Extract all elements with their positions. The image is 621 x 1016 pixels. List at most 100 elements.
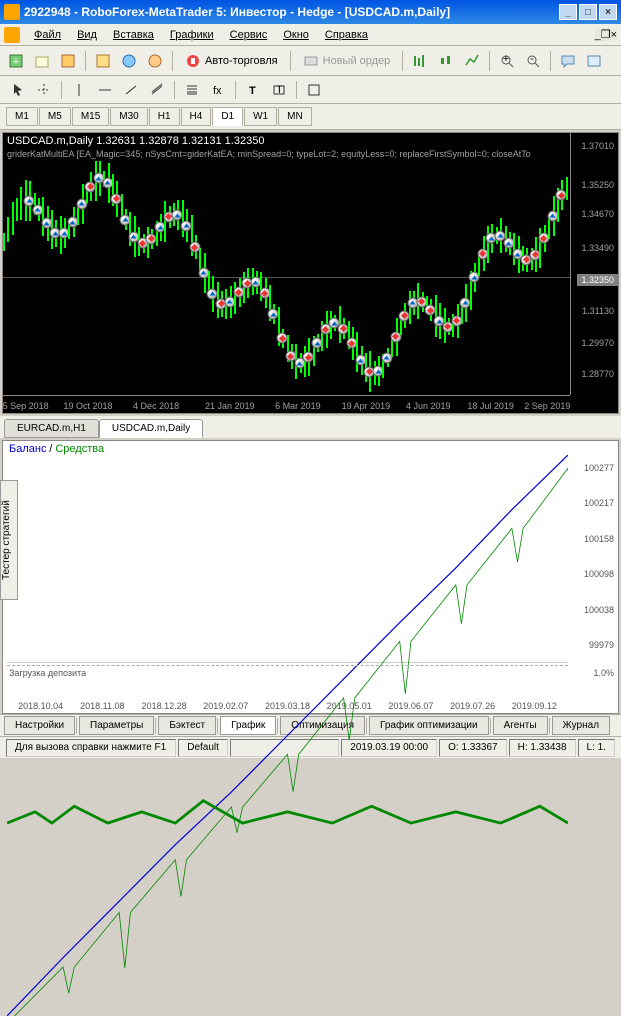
- chart-x-axis: 5 Sep 201819 Oct 20184 Dec 201821 Jan 20…: [3, 395, 570, 413]
- equity-ytick: 100098: [584, 569, 614, 579]
- menu-окно[interactable]: Окно: [275, 27, 317, 43]
- chart-ea-info: griderKatMultiEA [EA_Magic=345; nSysCmt=…: [7, 149, 531, 159]
- zoom-in-button[interactable]: +: [495, 49, 519, 73]
- mdi-restore-button[interactable]: ❐: [601, 28, 611, 41]
- menu-вид[interactable]: Вид: [69, 27, 105, 43]
- text-button[interactable]: T: [241, 78, 265, 102]
- timeframe-mn[interactable]: MN: [278, 107, 312, 126]
- fibo-button[interactable]: [180, 78, 204, 102]
- menu-файл[interactable]: Файл: [26, 27, 69, 43]
- svg-text:+: +: [13, 56, 19, 68]
- hline-button[interactable]: [93, 78, 117, 102]
- timeframe-h4[interactable]: H4: [181, 107, 212, 126]
- chart-ytick: 1.37010: [581, 141, 614, 151]
- strategy-tester-vtab[interactable]: Тестер стратегий: [0, 480, 18, 600]
- menu-сервис[interactable]: Сервис: [222, 27, 276, 43]
- price-chart[interactable]: USDCAD.m,Daily 1.32631 1.32878 1.32131 1…: [2, 132, 619, 414]
- new-chart-button[interactable]: +: [4, 49, 28, 73]
- new-order-label: Новый ордер: [323, 55, 391, 67]
- window-titlebar: 2922948 - RoboForex-MetaTrader 5: Инвест…: [0, 0, 621, 24]
- chart-ytick: 1.28770: [581, 369, 614, 379]
- timeframe-m15[interactable]: M15: [72, 107, 109, 126]
- timeframe-d1[interactable]: D1: [212, 107, 243, 126]
- timeframe-w1[interactable]: W1: [244, 107, 277, 126]
- candle-chart-button[interactable]: [434, 49, 458, 73]
- equity-xtick: 2019.09.12: [512, 701, 557, 711]
- maximize-button[interactable]: □: [579, 4, 597, 20]
- navigator-button[interactable]: [91, 49, 115, 73]
- equity-plot-area[interactable]: [7, 455, 568, 663]
- data-window-button[interactable]: [117, 49, 141, 73]
- bar-chart-button[interactable]: [408, 49, 432, 73]
- svg-text:-: -: [530, 53, 534, 65]
- window-title: 2922948 - RoboForex-MetaTrader 5: Инвест…: [24, 5, 557, 19]
- chart-plot-area[interactable]: [3, 133, 570, 395]
- equity-ytick: 100038: [584, 605, 614, 615]
- cursor-button[interactable]: [6, 78, 30, 102]
- equity-xtick: 2019.02.07: [203, 701, 248, 711]
- equity-header: Баланс / Средства: [9, 443, 104, 455]
- vline-button[interactable]: [67, 78, 91, 102]
- minimize-button[interactable]: _: [559, 4, 577, 20]
- status-low: L: 1.: [578, 739, 615, 757]
- equity-xtick: 2018.11.08: [80, 701, 124, 711]
- chat-button[interactable]: [556, 49, 580, 73]
- timeframe-m1[interactable]: M1: [6, 107, 38, 126]
- autotrade-label: Авто-торговля: [205, 55, 278, 67]
- timeframe-m5[interactable]: M5: [39, 107, 71, 126]
- drawing-toolbar: fx T T: [0, 76, 621, 104]
- deposit-load-panel: Загрузка депозита 1.0%: [7, 665, 568, 695]
- chart-xtick: 6 Mar 2019: [275, 401, 321, 411]
- balance-label: Баланс: [9, 443, 46, 455]
- chart-symbol-info: USDCAD.m,Daily 1.32631 1.32878 1.32131 1…: [7, 135, 264, 147]
- profiles-button[interactable]: [30, 49, 54, 73]
- label-button[interactable]: T: [267, 78, 291, 102]
- chart-current-price: 1.32350: [577, 274, 618, 286]
- svg-text:T: T: [249, 85, 256, 97]
- chart-ytick: 1.31130: [582, 306, 614, 316]
- chart-xtick: 19 Apr 2019: [342, 401, 391, 411]
- svg-text:fx: fx: [213, 85, 222, 97]
- trendline-button[interactable]: [119, 78, 143, 102]
- menubar: ФайлВидВставкаГрафикиСервисОкноСправка _…: [0, 24, 621, 46]
- equity-ytick: 100277: [584, 463, 614, 473]
- zoom-out-button[interactable]: -: [521, 49, 545, 73]
- menu-графики[interactable]: Графики: [162, 27, 222, 43]
- equity-label: Средства: [55, 443, 104, 455]
- equity-ytick: 99979: [589, 640, 614, 650]
- equity-xtick: 2018.10.04: [18, 701, 63, 711]
- menu-справка[interactable]: Справка: [317, 27, 376, 43]
- timeframe-m30[interactable]: M30: [110, 107, 147, 126]
- strategy-tester-button[interactable]: [143, 49, 167, 73]
- market-watch-button[interactable]: [56, 49, 80, 73]
- mdi-close-button[interactable]: ×: [611, 29, 617, 41]
- equity-y-axis: 100277 100217 100158 100098 100038 99979: [568, 441, 618, 663]
- mql-button[interactable]: [582, 49, 606, 73]
- new-order-button[interactable]: Новый ордер: [296, 49, 398, 73]
- deposit-load-ytick: 1.0%: [593, 668, 614, 678]
- indicator-button[interactable]: fx: [206, 78, 230, 102]
- main-toolbar: + Авто-торговля Новый ордер + -: [0, 46, 621, 76]
- equity-xtick: 2019.05.01: [327, 701, 372, 711]
- equity-panel[interactable]: Баланс / Средства 100277 100217 100158 1000…: [2, 440, 619, 714]
- equidistant-button[interactable]: [145, 78, 169, 102]
- equity-ytick: 100158: [584, 534, 614, 544]
- close-button[interactable]: ×: [599, 4, 617, 20]
- timeframe-bar: M1M5M15M30H1H4D1W1MN: [0, 104, 621, 130]
- svg-text:+: +: [503, 53, 509, 65]
- line-chart-button[interactable]: [460, 49, 484, 73]
- objects-button[interactable]: [302, 78, 326, 102]
- menu-вставка[interactable]: Вставка: [105, 27, 162, 43]
- chart-tab[interactable]: EURCAD.m,H1: [4, 419, 99, 438]
- timeframe-h1[interactable]: H1: [149, 107, 180, 126]
- equity-xtick: 2018.12.28: [142, 701, 187, 711]
- autotrade-button[interactable]: Авто-торговля: [178, 49, 285, 73]
- svg-text:T: T: [276, 84, 283, 96]
- equity-x-axis: 2018.10.04 2018.11.08 2018.12.28 2019.02.07…: [7, 697, 568, 713]
- equity-ytick: 100217: [584, 498, 614, 508]
- crosshair-button[interactable]: [32, 78, 56, 102]
- equity-xtick: 2019.07.26: [450, 701, 495, 711]
- chart-tab[interactable]: USDCAD.m,Daily: [99, 419, 203, 438]
- chart-tabs: EURCAD.m,H1USDCAD.m,Daily: [0, 416, 621, 438]
- chart-xtick: 2 Sep 2019: [524, 401, 570, 411]
